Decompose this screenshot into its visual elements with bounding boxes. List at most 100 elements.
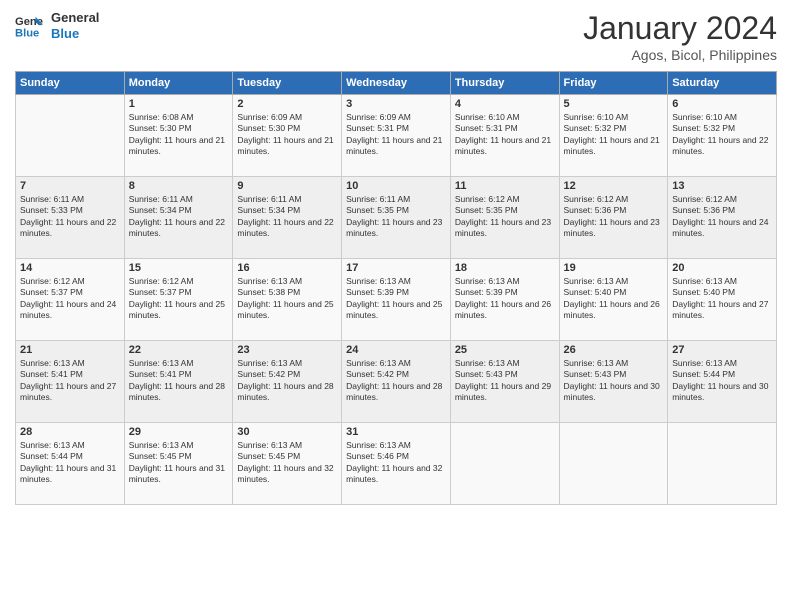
day-number: 14 [20, 262, 120, 274]
week-row-4: 21 Sunrise: 6:13 AMSunset: 5:41 PMDayligh… [16, 341, 777, 423]
cell-info: Sunrise: 6:13 AMSunset: 5:43 PMDaylight:… [564, 358, 664, 404]
day-cell: 5Sunrise: 6:10 AMSunset: 5:32 PMDaylight… [559, 95, 668, 177]
header: General Blue General Blue January 2024 A… [15, 10, 777, 63]
header-cell-monday: Monday [124, 72, 233, 95]
header-cell-friday: Friday [559, 72, 668, 95]
week-row-3: 14 Sunrise: 6:12 AMSunset: 5:37 PMDayligh… [16, 259, 777, 341]
logo-line1: General [51, 10, 99, 26]
day-cell: 25 Sunrise: 6:13 AMSunset: 5:43 PMDayligh… [450, 341, 559, 423]
cell-info: Sunrise: 6:13 AMSunset: 5:42 PMDaylight:… [346, 358, 446, 404]
day-number: 6 [672, 98, 772, 110]
day-number: 10 [346, 180, 446, 192]
day-cell: 29 Sunrise: 6:13 AMSunset: 5:45 PMDayligh… [124, 423, 233, 505]
day-number: 12 [564, 180, 664, 192]
cell-info: Sunrise: 6:12 AMSunset: 5:35 PMDaylight:… [455, 194, 555, 240]
day-cell: 6 Sunrise: 6:10 AMSunset: 5:32 PMDaylight… [668, 95, 777, 177]
cell-info: Sunrise: 6:11 AMSunset: 5:35 PMDaylight:… [346, 194, 446, 240]
day-number: 4 [455, 98, 555, 110]
header-cell-tuesday: Tuesday [233, 72, 342, 95]
cell-info: Sunrise: 6:13 AMSunset: 5:39 PMDaylight:… [455, 276, 555, 322]
day-number: 30 [237, 426, 337, 438]
day-cell: 30 Sunrise: 6:13 AMSunset: 5:45 PMDayligh… [233, 423, 342, 505]
logo: General Blue General Blue [15, 10, 99, 41]
day-number: 25 [455, 344, 555, 356]
day-number: 26 [564, 344, 664, 356]
calendar-table: SundayMondayTuesdayWednesdayThursdayFrid… [15, 71, 777, 505]
day-number: 15 [129, 262, 229, 274]
day-cell: 12Sunrise: 6:12 AMSunset: 5:36 PMDayligh… [559, 177, 668, 259]
day-cell: 2Sunrise: 6:09 AMSunset: 5:30 PMDaylight… [233, 95, 342, 177]
day-cell: 17 Sunrise: 6:13 AMSunset: 5:39 PMDayligh… [342, 259, 451, 341]
day-number: 27 [672, 344, 772, 356]
day-number: 13 [672, 180, 772, 192]
cell-info: Sunrise: 6:13 AMSunset: 5:44 PMDaylight:… [20, 440, 120, 486]
day-cell: 10 Sunrise: 6:11 AMSunset: 5:35 PMDayligh… [342, 177, 451, 259]
cell-info: Sunrise: 6:13 AMSunset: 5:42 PMDaylight:… [237, 358, 337, 404]
cell-info: Sunrise: 6:10 AMSunset: 5:32 PMDaylight:… [672, 112, 772, 158]
cell-info: Sunrise: 6:12 AMSunset: 5:37 PMDaylight:… [20, 276, 120, 322]
header-cell-wednesday: Wednesday [342, 72, 451, 95]
cell-info: Sunrise: 6:13 AMSunset: 5:39 PMDaylight:… [346, 276, 446, 322]
cell-info: Sunrise: 6:10 AMSunset: 5:31 PMDaylight:… [455, 112, 555, 158]
day-number: 19 [564, 262, 664, 274]
cell-info: Sunrise: 6:13 AMSunset: 5:45 PMDaylight:… [237, 440, 337, 486]
page-container: General Blue General Blue January 2024 A… [0, 0, 792, 612]
day-number: 11 [455, 180, 555, 192]
day-cell: 28 Sunrise: 6:13 AMSunset: 5:44 PMDayligh… [16, 423, 125, 505]
week-row-5: 28 Sunrise: 6:13 AMSunset: 5:44 PMDayligh… [16, 423, 777, 505]
cell-info: Sunrise: 6:09 AMSunset: 5:31 PMDaylight:… [346, 112, 446, 158]
title-section: January 2024 Agos, Bicol, Philippines [583, 10, 777, 63]
day-number: 16 [237, 262, 337, 274]
day-number: 3 [346, 98, 446, 110]
header-cell-sunday: Sunday [16, 72, 125, 95]
day-number: 9 [237, 180, 337, 192]
day-cell: 7Sunrise: 6:11 AMSunset: 5:33 PMDaylight… [16, 177, 125, 259]
day-number: 2 [237, 98, 337, 110]
cell-info: Sunrise: 6:13 AMSunset: 5:43 PMDaylight:… [455, 358, 555, 404]
header-cell-thursday: Thursday [450, 72, 559, 95]
day-cell: 8Sunrise: 6:11 AMSunset: 5:34 PMDaylight… [124, 177, 233, 259]
day-cell: 20 Sunrise: 6:13 AMSunset: 5:40 PMDayligh… [668, 259, 777, 341]
day-cell [16, 95, 125, 177]
day-cell: 18 Sunrise: 6:13 AMSunset: 5:39 PMDayligh… [450, 259, 559, 341]
cell-info: Sunrise: 6:11 AMSunset: 5:33 PMDaylight:… [20, 194, 120, 240]
header-row: SundayMondayTuesdayWednesdayThursdayFrid… [16, 72, 777, 95]
day-cell: 15Sunrise: 6:12 AMSunset: 5:37 PMDayligh… [124, 259, 233, 341]
day-cell: 16Sunrise: 6:13 AMSunset: 5:38 PMDayligh… [233, 259, 342, 341]
cell-info: Sunrise: 6:13 AMSunset: 5:40 PMDaylight:… [564, 276, 664, 322]
logo-icon: General Blue [15, 12, 43, 40]
day-number: 23 [237, 344, 337, 356]
day-number: 1 [129, 98, 229, 110]
day-cell: 21Sunrise: 6:13 AMSunset: 5:41 PMDayligh… [16, 341, 125, 423]
cell-info: Sunrise: 6:11 AMSunset: 5:34 PMDaylight:… [129, 194, 229, 240]
cell-info: Sunrise: 6:13 AMSunset: 5:44 PMDaylight:… [672, 358, 772, 404]
day-cell [559, 423, 668, 505]
day-number: 20 [672, 262, 772, 274]
cell-info: Sunrise: 6:08 AMSunset: 5:30 PMDaylight:… [129, 112, 229, 158]
day-number: 17 [346, 262, 446, 274]
day-number: 22 [129, 344, 229, 356]
day-cell [450, 423, 559, 505]
cell-info: Sunrise: 6:13 AMSunset: 5:45 PMDaylight:… [129, 440, 229, 486]
day-cell [668, 423, 777, 505]
day-cell: 27 Sunrise: 6:13 AMSunset: 5:44 PMDayligh… [668, 341, 777, 423]
svg-text:Blue: Blue [15, 27, 39, 39]
week-row-1: 1 Sunrise: 6:08 AMSunset: 5:30 PMDaylight… [16, 95, 777, 177]
day-cell: 19 Sunrise: 6:13 AMSunset: 5:40 PMDayligh… [559, 259, 668, 341]
day-number: 21 [20, 344, 120, 356]
day-number: 24 [346, 344, 446, 356]
week-row-2: 7Sunrise: 6:11 AMSunset: 5:33 PMDaylight… [16, 177, 777, 259]
day-cell: 24 Sunrise: 6:13 AMSunset: 5:42 PMDayligh… [342, 341, 451, 423]
day-number: 18 [455, 262, 555, 274]
day-cell: 31Sunrise: 6:13 AMSunset: 5:46 PMDayligh… [342, 423, 451, 505]
cell-info: Sunrise: 6:13 AMSunset: 5:41 PMDaylight:… [129, 358, 229, 404]
day-number: 28 [20, 426, 120, 438]
day-cell: 11 Sunrise: 6:12 AMSunset: 5:35 PMDayligh… [450, 177, 559, 259]
cell-info: Sunrise: 6:13 AMSunset: 5:40 PMDaylight:… [672, 276, 772, 322]
day-cell: 26 Sunrise: 6:13 AMSunset: 5:43 PMDayligh… [559, 341, 668, 423]
day-cell: 23 Sunrise: 6:13 AMSunset: 5:42 PMDayligh… [233, 341, 342, 423]
day-cell: 3 Sunrise: 6:09 AMSunset: 5:31 PMDaylight… [342, 95, 451, 177]
cell-info: Sunrise: 6:12 AMSunset: 5:36 PMDaylight:… [672, 194, 772, 240]
day-number: 29 [129, 426, 229, 438]
day-number: 31 [346, 426, 446, 438]
